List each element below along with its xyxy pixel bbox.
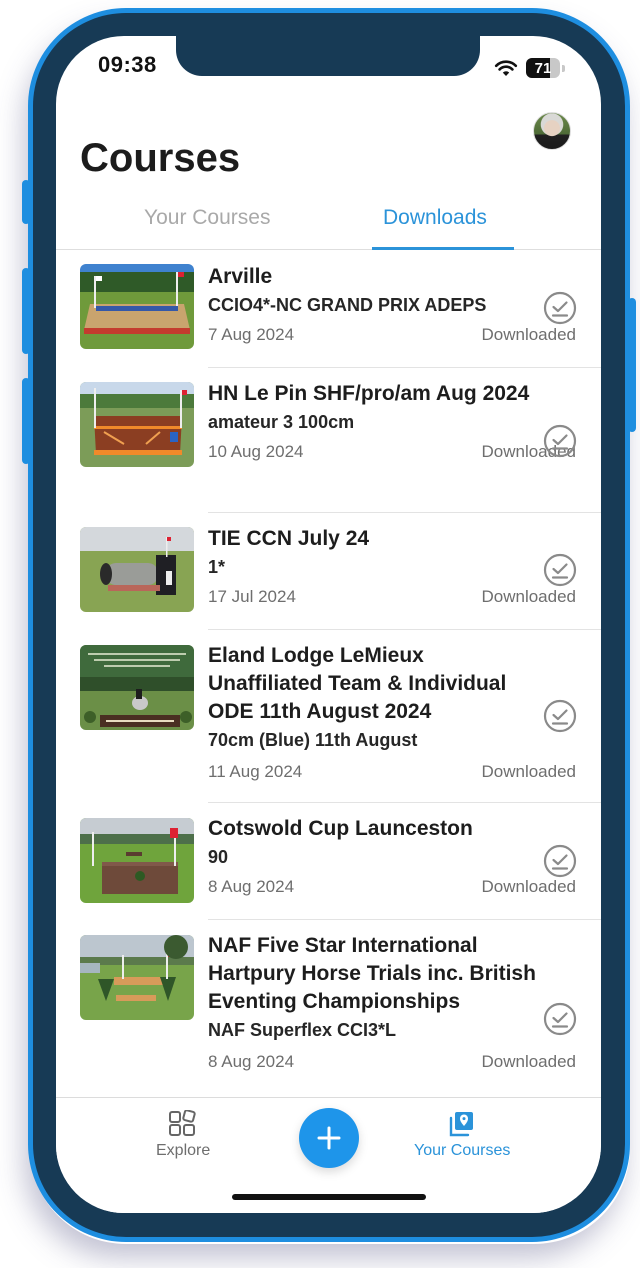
course-date: 11 Aug 2024 <box>208 762 303 781</box>
active-tab-indicator <box>372 247 514 250</box>
battery-percent: 71 <box>534 59 552 77</box>
course-title: NAF Five Star International Hartpury Hor… <box>208 934 536 1013</box>
course-title: Eland Lodge LeMieux Unaffiliated Team & … <box>208 644 507 723</box>
course-subtitle: NAF Superflex CCI3*L <box>208 1020 397 1040</box>
course-date: 17 Jul 2024 <box>208 587 296 606</box>
add-course-button[interactable] <box>299 1108 359 1168</box>
download-check-icon[interactable] <box>543 424 577 458</box>
course-date: 8 Aug 2024 <box>208 877 295 896</box>
course-row[interactable]: TIE CCN July 24 1* 17 Jul 2024 Downloade… <box>56 513 601 630</box>
battery-icon: 71 <box>526 58 560 78</box>
course-row[interactable]: Arville CCIO4*-NC GRAND PRIX ADEPS 7 Aug… <box>56 251 601 368</box>
tab-your-courses[interactable]: Your Courses <box>144 206 270 230</box>
silent-switch <box>22 180 30 224</box>
course-list[interactable]: Arville CCIO4*-NC GRAND PRIX ADEPS 7 Aug… <box>56 251 601 1097</box>
battery-cap <box>562 64 565 72</box>
download-status: Downloaded <box>481 762 576 781</box>
status-time: 09:38 <box>98 52 157 77</box>
download-status: Downloaded <box>481 1052 576 1071</box>
course-thumbnail <box>80 527 194 612</box>
map-pin-stack-icon <box>449 1112 474 1137</box>
notch <box>176 36 480 76</box>
volume-up-button <box>22 268 30 354</box>
home-indicator <box>232 1194 426 1200</box>
course-row[interactable]: Cotswold Cup Launceston 90 8 Aug 2024 Do… <box>56 803 601 920</box>
tab-downloads[interactable]: Downloads <box>383 206 487 230</box>
course-title: HN Le Pin SHF/pro/am Aug 2024 <box>208 382 530 405</box>
course-date: 10 Aug 2024 <box>208 442 304 461</box>
bottom-nav: Explore Your Courses <box>56 1097 601 1213</box>
course-title: Arville <box>208 265 273 288</box>
course-row[interactable]: Eland Lodge LeMieux Unaffiliated Team & … <box>56 630 601 803</box>
download-check-icon[interactable] <box>543 291 577 325</box>
download-check-icon[interactable] <box>543 1002 577 1036</box>
plus-icon <box>317 1126 341 1150</box>
course-row-body: Cotswold Cup Launceston 90 8 Aug 2024 Do… <box>208 803 601 920</box>
course-subtitle: 1* <box>208 557 226 577</box>
download-check-icon[interactable] <box>543 844 577 878</box>
page-title: Courses <box>80 136 241 180</box>
course-thumbnail <box>80 818 194 903</box>
course-row-body: Eland Lodge LeMieux Unaffiliated Team & … <box>208 630 601 803</box>
course-title: TIE CCN July 24 <box>208 527 370 550</box>
course-thumbnail <box>80 645 194 730</box>
nav-explore[interactable]: Explore <box>156 1110 210 1160</box>
avatar[interactable] <box>533 112 571 150</box>
tab-bar: Your Courses Downloads <box>56 202 601 250</box>
course-thumbnail <box>80 382 194 467</box>
course-subtitle: 90 <box>208 847 229 867</box>
course-subtitle: 70cm (Blue) 11th August <box>208 730 418 750</box>
course-row[interactable]: NAF Five Star International Hartpury Hor… <box>56 920 601 1097</box>
course-row-body: NAF Five Star International Hartpury Hor… <box>208 920 601 1097</box>
nav-explore-label: Explore <box>156 1142 211 1159</box>
course-date: 8 Aug 2024 <box>208 1052 295 1071</box>
screen: 09:38 71 Courses Your Courses Downloads <box>56 36 601 1213</box>
power-button <box>628 298 636 432</box>
course-subtitle: CCIO4*-NC GRAND PRIX ADEPS <box>208 295 487 315</box>
course-thumbnail <box>80 935 194 1020</box>
course-thumbnail <box>80 264 194 349</box>
wifi-icon <box>494 60 518 76</box>
course-row[interactable]: HN Le Pin SHF/pro/am Aug 2024 amateur 3 … <box>56 368 601 513</box>
download-check-icon[interactable] <box>543 553 577 587</box>
download-status: Downloaded <box>481 325 576 344</box>
download-check-icon[interactable] <box>543 699 577 733</box>
nav-your-courses-label: Your Courses <box>414 1142 511 1159</box>
download-status: Downloaded <box>481 587 576 606</box>
download-status: Downloaded <box>481 877 576 896</box>
course-row-body: Arville CCIO4*-NC GRAND PRIX ADEPS 7 Aug… <box>208 251 601 368</box>
course-subtitle: amateur 3 100cm <box>208 412 355 432</box>
status-icons: 71 <box>494 58 565 78</box>
course-title: Cotswold Cup Launceston <box>208 817 473 840</box>
course-row-body: TIE CCN July 24 1* 17 Jul 2024 Downloade… <box>208 513 601 630</box>
explore-grid-icon <box>169 1110 196 1136</box>
course-date: 7 Aug 2024 <box>208 325 295 344</box>
course-row-body: HN Le Pin SHF/pro/am Aug 2024 amateur 3 … <box>208 368 601 513</box>
nav-your-courses[interactable]: Your Courses <box>414 1110 510 1160</box>
volume-down-button <box>22 378 30 464</box>
